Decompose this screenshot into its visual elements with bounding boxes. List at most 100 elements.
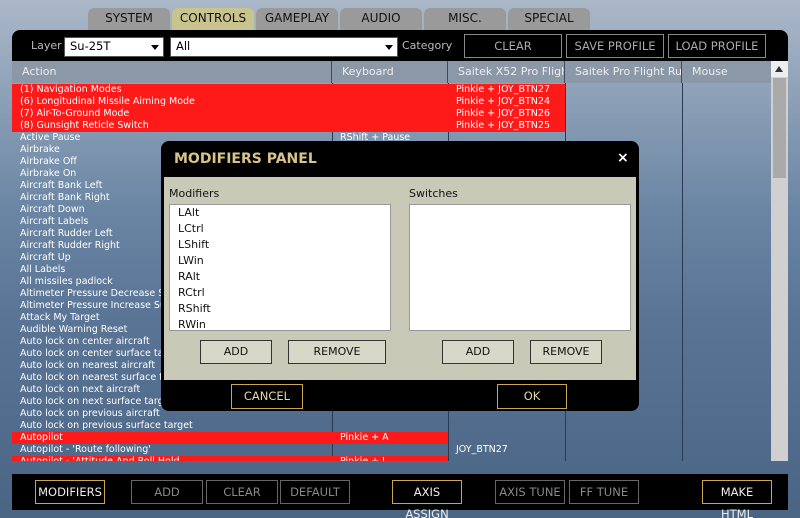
switches-add-button[interactable]: ADD xyxy=(442,340,514,364)
layer-value: Su-25T xyxy=(70,39,111,53)
keyboard-cell[interactable]: Pinkie + A xyxy=(340,432,389,444)
chevron-down-icon xyxy=(151,45,159,50)
modifiers-add-button[interactable]: ADD xyxy=(200,340,272,364)
column-divider xyxy=(682,83,683,461)
action-cell: Auto lock on nearest aircraft xyxy=(20,360,156,371)
modifiers-button[interactable]: MODIFIERS xyxy=(35,480,105,504)
table-row[interactable]: Autopilot - 'Route following' xyxy=(12,444,448,456)
action-cell: Autopilot xyxy=(20,432,63,443)
action-cell: Autopilot - 'Attitude And Roll Hold xyxy=(20,456,180,461)
action-cell: Aircraft Bank Left xyxy=(20,180,103,191)
column-header-action[interactable]: Action xyxy=(12,61,332,83)
tab-system[interactable]: SYSTEM xyxy=(88,8,170,30)
action-cell: Aircraft Rudder Right xyxy=(20,240,120,251)
tab-controls[interactable]: CONTROLS xyxy=(172,8,254,30)
action-cell: All Labels xyxy=(20,264,66,275)
modifier-list-item[interactable]: RCtrl xyxy=(170,285,390,301)
modifier-list-item[interactable]: RShift xyxy=(170,301,390,317)
action-cell: Audible Warning Reset xyxy=(20,324,128,335)
clear-category-button[interactable]: CLEAR CATEGORY xyxy=(464,34,562,75)
layer-select[interactable]: Su-25T xyxy=(64,37,164,57)
modifier-list-item[interactable]: LAlt xyxy=(170,205,390,221)
action-cell: Aircraft Rudder Left xyxy=(20,228,113,239)
action-cell: Aircraft Labels xyxy=(20,216,89,227)
joystick-cell[interactable] xyxy=(448,420,565,432)
joystick-cell[interactable]: Pinkie + JOY_BTN25 xyxy=(448,120,565,132)
modifier-list-item[interactable]: LWin xyxy=(170,253,390,269)
modifier-list-item[interactable]: LShift xyxy=(170,237,390,253)
joystick-cell[interactable] xyxy=(448,456,565,461)
table-row[interactable]: (7) Air-To-Ground Mode xyxy=(12,108,448,120)
action-cell: Auto lock on previous aircraft xyxy=(20,408,160,419)
tab-special[interactable]: SPECIAL xyxy=(508,8,590,30)
ok-button[interactable]: OK xyxy=(497,384,567,409)
category-select[interactable]: All xyxy=(170,37,398,57)
make-html-button[interactable]: MAKE HTML xyxy=(702,480,772,518)
joystick-cell[interactable]: Pinkie + JOY_BTN24 xyxy=(448,96,565,108)
action-cell: Auto lock on center surface target xyxy=(20,348,183,359)
table-row[interactable]: (1) Navigation Modes xyxy=(12,84,448,96)
action-cell: Autopilot - 'Route following' xyxy=(20,444,151,455)
bottom-toolbar: MODIFIERS ADD CLEAR DEFAULT AXIS ASSIGN … xyxy=(12,474,788,518)
action-cell: Attack My Target xyxy=(20,312,100,323)
axis-tune-button[interactable]: AXIS TUNE xyxy=(495,480,565,504)
close-icon[interactable]: × xyxy=(617,150,629,166)
action-cell: Auto lock on next aircraft xyxy=(20,384,141,395)
action-cell: (6) Longitudinal Missile Aiming Mode xyxy=(20,96,195,107)
joystick-cell[interactable]: Pinkie + JOY_BTN27 xyxy=(448,84,565,96)
dialog-body: Modifiers Switches LAlt LCtrl LShift LWin RA… xyxy=(164,177,636,380)
controls-toolbar: Layer Su-25T All Category CLEAR CATEGORY… xyxy=(12,30,788,75)
tab-audio[interactable]: AUDIO xyxy=(340,8,422,30)
table-scrollbar[interactable] xyxy=(771,61,788,461)
modifiers-label: Modifiers xyxy=(169,187,220,200)
joystick-cell[interactable]: JOY_BTN27 xyxy=(448,444,565,456)
modifiers-panel-dialog: MODIFIERS PANEL × Modifiers Switches LAl… xyxy=(161,141,639,411)
action-cell: Auto lock on center aircraft xyxy=(20,336,150,347)
switches-label: Switches xyxy=(409,187,458,200)
action-cell: Aircraft Up xyxy=(20,252,71,263)
scrollbar-thumb[interactable] xyxy=(773,78,786,178)
tab-gameplay[interactable]: GAMEPLAY xyxy=(256,8,338,30)
action-cell: Altimeter Pressure Increase Su-2 xyxy=(20,300,176,311)
table-row[interactable]: (8) Gunsight Reticle Switch xyxy=(12,120,448,132)
cancel-button[interactable]: CANCEL xyxy=(231,384,303,409)
modifiers-remove-button[interactable]: REMOVE xyxy=(288,340,386,364)
clear-button[interactable]: CLEAR xyxy=(206,480,278,504)
column-header-keyboard[interactable]: Keyboard xyxy=(332,61,448,83)
save-profile-button[interactable]: SAVE PROFILE AS xyxy=(566,34,664,75)
column-header-rudder[interactable]: Saitek Pro Flight Rud xyxy=(565,61,682,83)
tab-misc[interactable]: MISC. xyxy=(424,8,506,30)
table-row[interactable]: Autopilot - 'Attitude And Roll Hold Pinki… xyxy=(12,456,448,461)
load-profile-button[interactable]: LOAD PROFILE xyxy=(668,34,766,58)
scroll-up-arrow-icon[interactable] xyxy=(771,61,788,77)
table-row[interactable]: Autopilot Pinkie + A xyxy=(12,432,448,444)
joystick-cell[interactable] xyxy=(448,432,565,444)
modifier-list-item[interactable]: RAlt xyxy=(170,269,390,285)
default-button[interactable]: DEFAULT xyxy=(280,480,350,504)
switches-remove-button[interactable]: REMOVE xyxy=(530,340,602,364)
keyboard-cell[interactable]: Pinkie + J xyxy=(340,456,385,461)
action-cell: (8) Gunsight Reticle Switch xyxy=(20,120,149,131)
modifier-list-item[interactable]: LCtrl xyxy=(170,221,390,237)
category-value: All xyxy=(176,39,191,53)
column-header-mouse[interactable]: Mouse xyxy=(682,61,771,83)
action-cell: Airbrake On xyxy=(20,168,77,179)
ff-tune-button[interactable]: FF TUNE xyxy=(569,480,639,504)
action-cell: Aircraft Bank Right xyxy=(20,192,110,203)
action-cell: Auto lock on previous surface target xyxy=(20,420,193,431)
axis-assign-button[interactable]: AXIS ASSIGN xyxy=(392,480,462,518)
action-cell: Active Pause xyxy=(20,132,81,143)
action-cell: Auto lock on nearest surface targ xyxy=(20,372,179,383)
switches-list[interactable] xyxy=(409,204,631,331)
joystick-cell[interactable]: Pinkie + JOY_BTN26 xyxy=(448,108,565,120)
table-row[interactable]: (6) Longitudinal Missile Aiming Mode xyxy=(12,96,448,108)
action-cell: (1) Navigation Modes xyxy=(20,84,122,95)
column-header-joystick[interactable]: Saitek X52 Pro Flight xyxy=(448,61,565,83)
add-button[interactable]: ADD xyxy=(131,480,203,504)
action-cell: Aircraft Down xyxy=(20,204,85,215)
chevron-down-icon xyxy=(385,45,393,50)
modifier-list-item[interactable]: RWin xyxy=(170,317,390,333)
modifiers-list[interactable]: LAlt LCtrl LShift LWin RAlt RCtrl RShift RWin xyxy=(169,204,391,331)
table-row[interactable]: Auto lock on previous surface target xyxy=(12,420,448,432)
action-cell: All missiles padlock xyxy=(20,276,113,287)
